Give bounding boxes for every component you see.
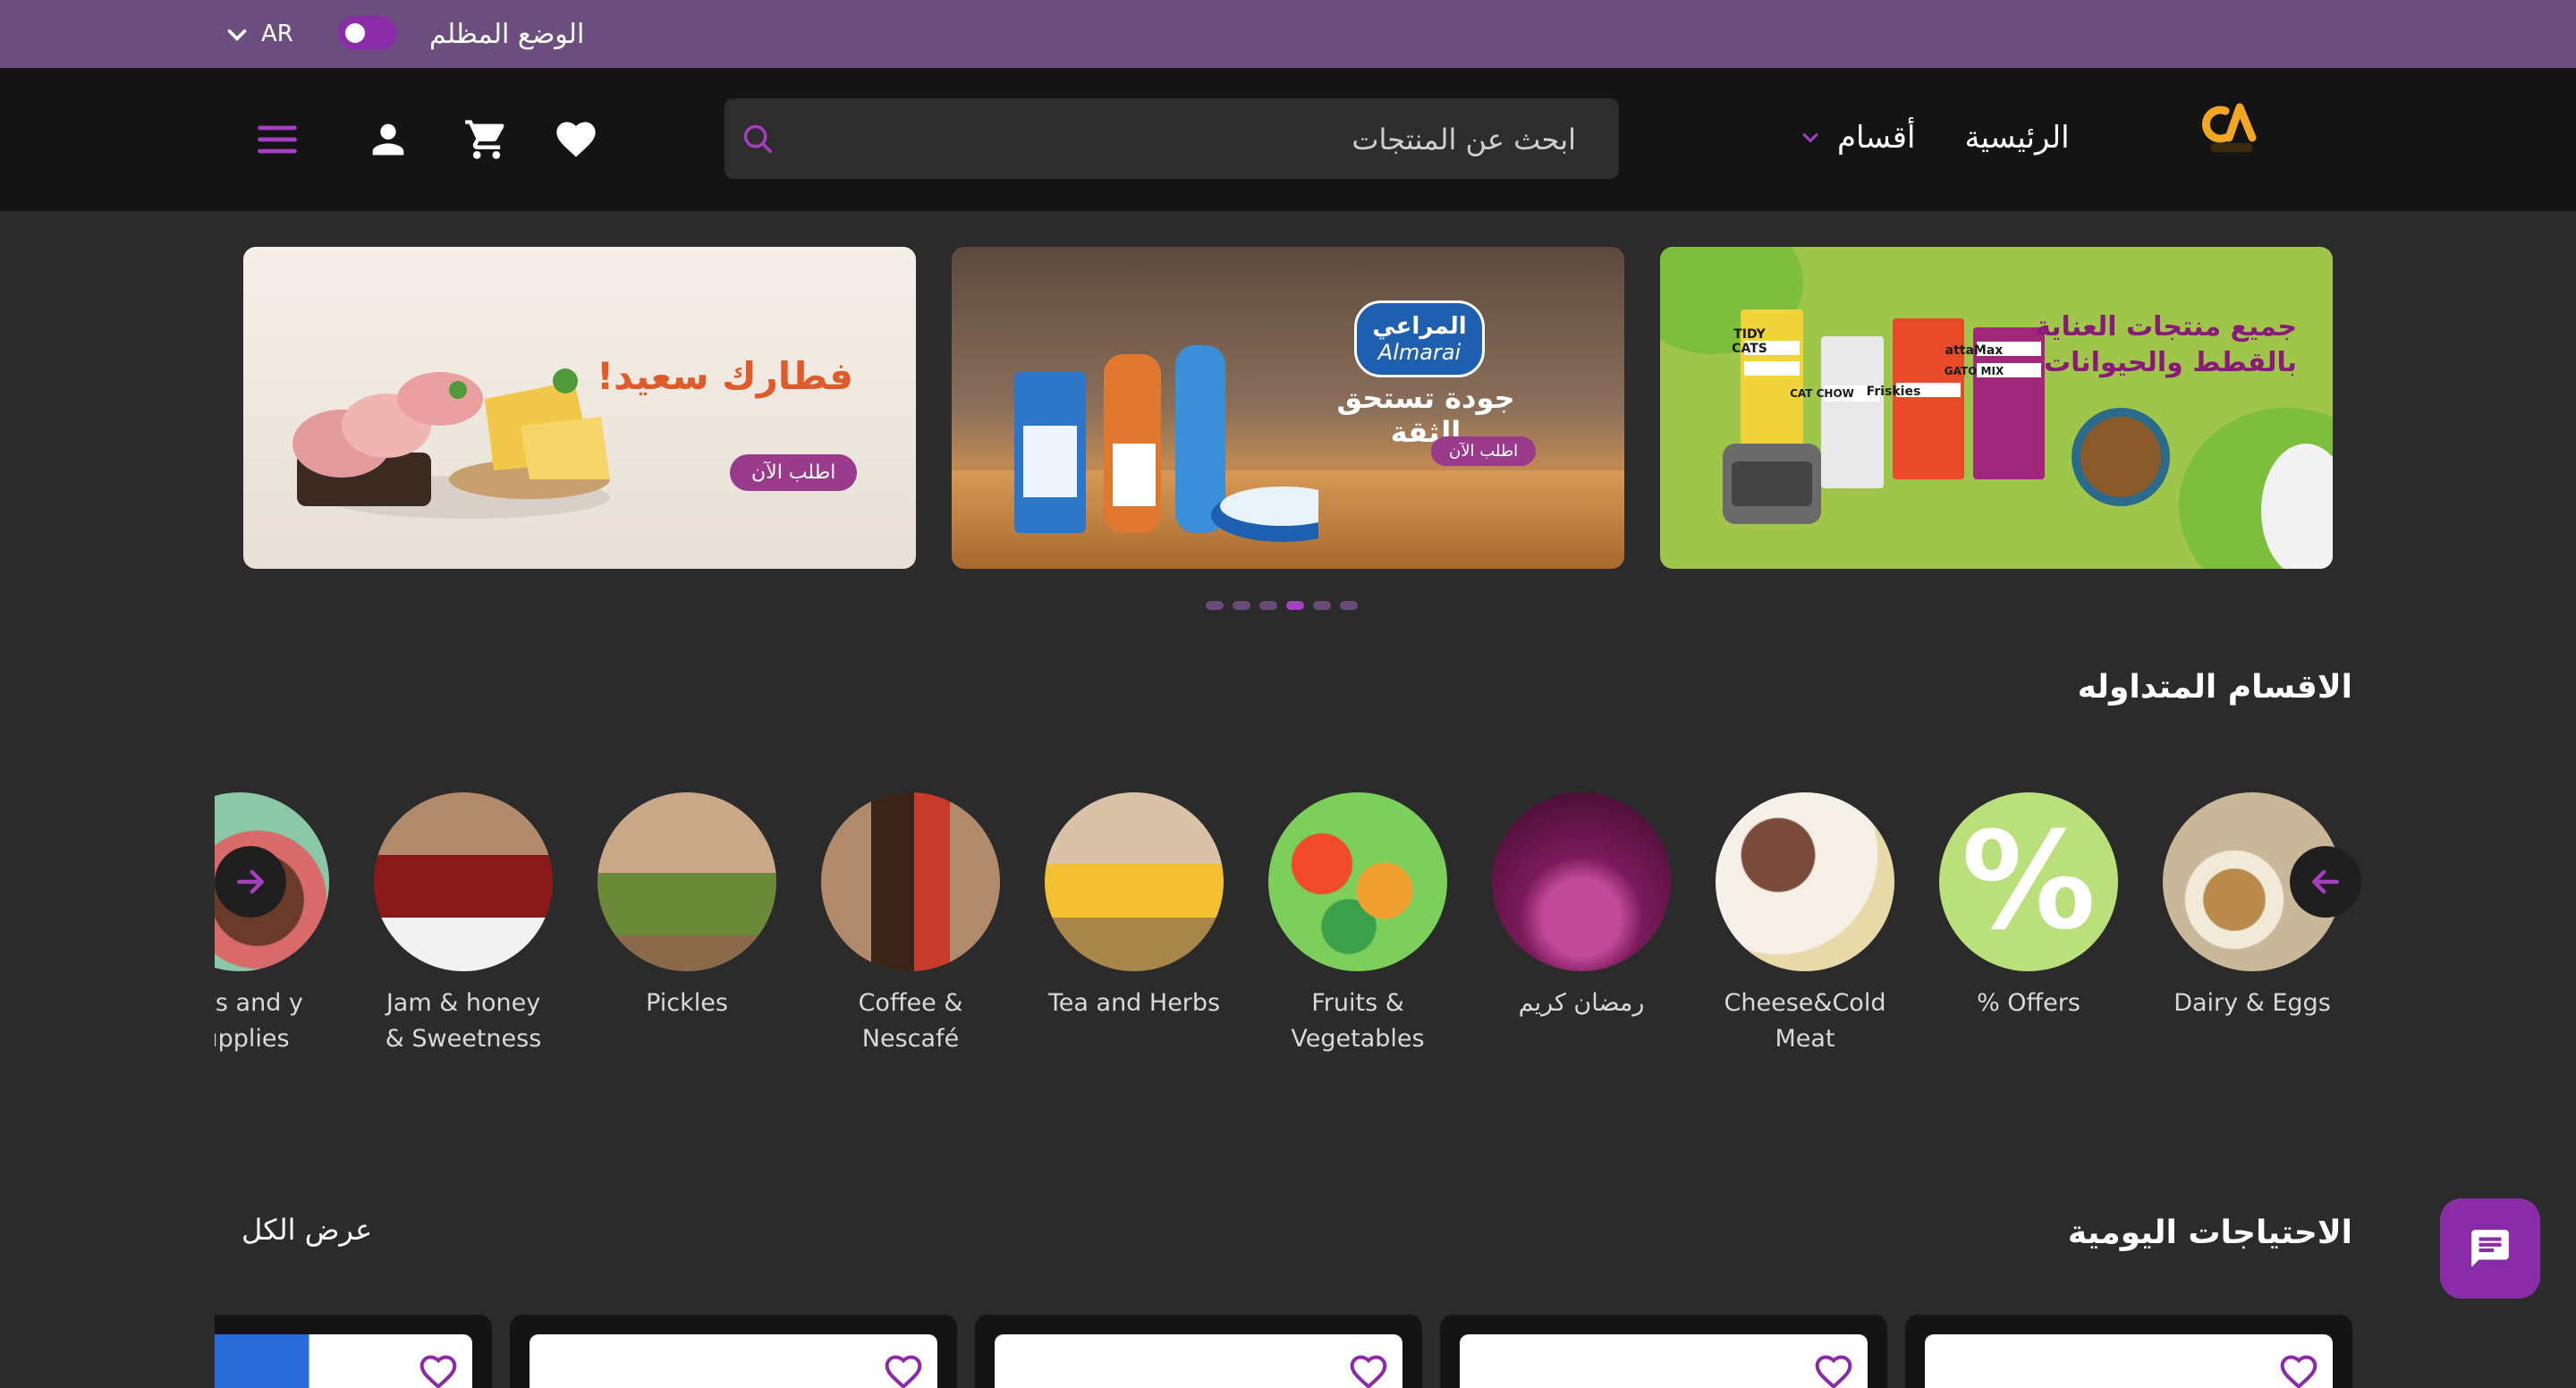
- product-image: [995, 1334, 1402, 1388]
- product-image: [1460, 1334, 1868, 1388]
- product-card[interactable]: [1440, 1315, 1887, 1388]
- wishlist-heart-icon[interactable]: [419, 1352, 458, 1388]
- wishlist-heart-icon[interactable]: [1349, 1352, 1388, 1388]
- chat-icon: [2471, 1230, 2509, 1267]
- product-card[interactable]: [975, 1315, 1422, 1388]
- product-image: [530, 1334, 937, 1388]
- product-card[interactable]: [215, 1315, 492, 1388]
- daily-needs-carousel: [215, 0, 2361, 1388]
- product-image: [1925, 1334, 2333, 1388]
- product-card[interactable]: [1905, 1315, 2352, 1388]
- wishlist-heart-icon[interactable]: [1814, 1352, 1853, 1388]
- product-card[interactable]: [510, 1315, 957, 1388]
- wishlist-heart-icon[interactable]: [2279, 1352, 2318, 1388]
- wishlist-heart-icon[interactable]: [884, 1352, 923, 1388]
- chat-support-button[interactable]: [2440, 1198, 2540, 1299]
